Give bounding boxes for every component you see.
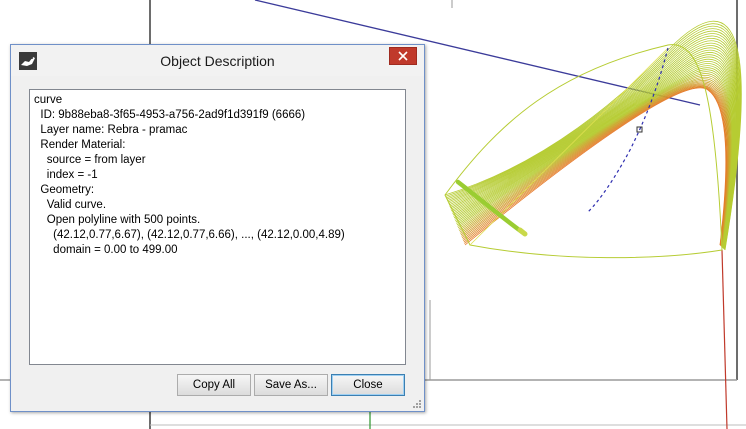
- surface-isocurve: [462, 84, 728, 246]
- description-line: (42.12,0.77,6.67), (42.12,0.77,6.66), ..…: [53, 229, 345, 241]
- surface-isocurve: [455, 65, 734, 248]
- close-x-button[interactable]: [389, 47, 417, 65]
- description-line: domain = 0.00 to 499.00: [53, 244, 178, 256]
- description-text: curve ID: 9b88eba8-3f65-4953-a756-2ad9f1…: [30, 90, 405, 261]
- surface-isocurve: [457, 73, 732, 247]
- surface-isocurve: [460, 79, 730, 247]
- description-line: Valid curve.: [46, 199, 107, 211]
- description-line: Layer name: Rebra - pramac: [40, 124, 188, 136]
- surface-isocurve: [461, 83, 729, 246]
- description-line: curve: [34, 94, 63, 106]
- surface-isocurve: [459, 78, 731, 247]
- description-line: Render Material:: [40, 139, 126, 151]
- description-line: Geometry:: [40, 184, 95, 196]
- dialog-titlebar[interactable]: Object Description: [11, 45, 424, 76]
- description-line: Open polyline with 500 points.: [46, 214, 201, 226]
- save-as-button[interactable]: Save As...: [254, 374, 328, 396]
- close-x-icon: [398, 51, 408, 61]
- surface-isocurve: [464, 87, 727, 246]
- object-description-dialog: Object Description curve ID: 9b88eba8-3f…: [10, 44, 425, 412]
- description-line: ID: 9b88eba8-3f65-4953-a756-2ad9f1d391f9…: [40, 109, 306, 121]
- dialog-title: Object Description: [160, 53, 275, 69]
- surface-isocurve: [463, 86, 728, 246]
- resize-grip-icon[interactable]: [411, 398, 422, 409]
- description-line: source = from layer: [46, 154, 146, 166]
- copy-all-button[interactable]: Copy All: [177, 374, 251, 396]
- surface-isocurve: [461, 82, 729, 246]
- selected-curve-end: [517, 227, 528, 237]
- description-textbox[interactable]: curve ID: 9b88eba8-3f65-4953-a756-2ad9f1…: [29, 89, 406, 365]
- surface-wireframe: [444, 20, 742, 259]
- surface-isocurve: [463, 85, 728, 246]
- surface-isocurve: [457, 71, 732, 247]
- close-button[interactable]: Close: [331, 374, 405, 396]
- surface-isocurve: [464, 87, 727, 246]
- surface-isocurve: [455, 63, 734, 248]
- surface-isocurve: [456, 69, 733, 248]
- surface-isocurve: [460, 81, 730, 247]
- description-line: index = -1: [46, 169, 98, 181]
- surface-isocurve: [458, 75, 732, 247]
- surface-isocurve: [456, 67, 733, 248]
- axis-red-line: [721, 249, 728, 429]
